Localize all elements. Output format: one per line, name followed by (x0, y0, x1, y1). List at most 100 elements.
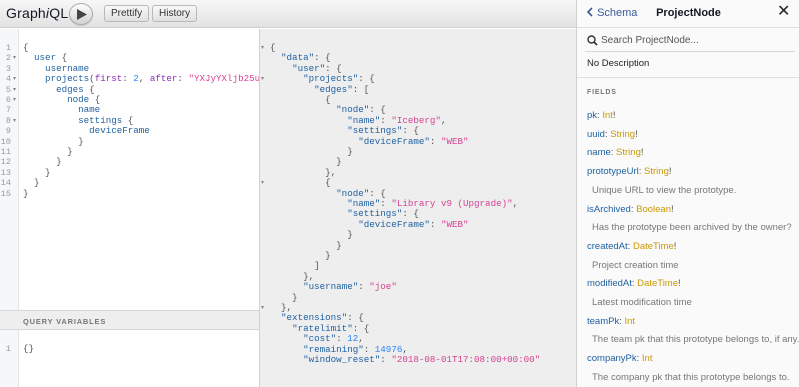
fold-arrow-icon[interactable]: ▾ (13, 74, 19, 84)
code-token: "extensions" (281, 312, 348, 324)
line-number: 6 (5, 95, 11, 105)
line-number: 1 (5, 43, 11, 53)
field-type-link[interactable]: DateTime (637, 278, 678, 289)
code-token: "name" (347, 114, 381, 126)
variables-gutter (0, 330, 19, 387)
field-type-link[interactable]: DateTime (633, 241, 674, 252)
history-button[interactable]: History (152, 5, 198, 22)
code-token: } (23, 146, 73, 157)
code-token: : (177, 73, 189, 85)
line-number: 1 (5, 344, 11, 354)
docs-header: Schema ProjectNode ✕ (577, 0, 799, 28)
execute-query-button[interactable] (69, 3, 93, 25)
fold-arrow-icon[interactable]: ▾ (13, 95, 19, 105)
code-token: "Iceberg" (391, 114, 441, 126)
non-null-marker: ! (670, 203, 674, 215)
code-token: username (23, 62, 90, 74)
field-name[interactable]: createdAt (587, 241, 628, 252)
field-teamPk[interactable]: teamPk: Int (587, 316, 635, 327)
fold-arrow-icon[interactable]: ▾ (13, 85, 19, 95)
non-null-marker: ! (612, 110, 616, 121)
field-name[interactable]: modifiedAt (587, 278, 632, 289)
line-number: 9 (5, 126, 11, 137)
code-token: "username" (303, 281, 359, 293)
non-null-marker: ! (673, 240, 677, 252)
docs-title: ProjectNode (656, 7, 721, 19)
code-token: : { (369, 104, 386, 116)
code-token: "edges" (314, 83, 353, 95)
field-companyPk[interactable]: companyPk: Int (587, 353, 652, 364)
code-token: : (122, 73, 134, 85)
field-type-link[interactable]: Boolean (636, 204, 671, 215)
field-uuid[interactable]: uuid: String! (587, 129, 638, 140)
fold-arrow-icon[interactable]: ▾ (261, 178, 267, 188)
non-null-marker: ! (668, 166, 672, 178)
fold-arrow-icon[interactable]: ▾ (13, 53, 19, 63)
field-description: Project creation time (592, 259, 679, 271)
field-type-link[interactable]: String (610, 129, 635, 140)
field-description: The company pk that this prototype belon… (592, 371, 790, 383)
code-token: : (363, 343, 375, 355)
fold-arrow-icon[interactable]: ▾ (261, 74, 267, 84)
code-token: : (380, 114, 392, 126)
code-token: }, (270, 270, 315, 282)
code-token: : { (369, 187, 386, 199)
query-editor[interactable]: 1 2 3 4 5 6 7 8 9 10 11 12 13 14 15 ▾ ▾ ▾ ▾ ▾{ user { usern… (0, 29, 293, 310)
field-name[interactable]: teamPk (587, 316, 619, 327)
code-token: : (380, 354, 392, 365)
code-token: "remaining" (303, 343, 364, 355)
query-variables-header[interactable]: QUERY VARIABLES (0, 310, 259, 330)
line-number: 5 (5, 84, 11, 95)
field-type-link[interactable]: Int (602, 110, 613, 121)
close-icon[interactable]: ✕ (777, 4, 790, 20)
field-createdAt[interactable]: createdAt: DateTime! (587, 241, 676, 252)
code-token: "deviceFrame" (358, 135, 430, 147)
code-token: } (23, 187, 29, 199)
field-name[interactable]: name (587, 147, 611, 158)
code-line: "window_reset": "2018-08-01T17:08:00+00:… (270, 354, 540, 365)
field-type-link[interactable]: Int (642, 353, 653, 364)
field-name[interactable]: uuid (587, 129, 605, 140)
code-token: : [ (352, 83, 370, 95)
field-isArchived[interactable]: isArchived: Boolean! (587, 204, 674, 215)
code-token: "settings" (347, 125, 403, 137)
code-token: : { (325, 62, 342, 74)
line-number: 3 (5, 63, 11, 74)
code-token: { (270, 177, 331, 189)
fold-arrow-icon[interactable]: ▾ (261, 303, 267, 313)
code-token: : (336, 333, 348, 345)
fold-arrow-icon[interactable]: ▾ (261, 43, 267, 53)
code-token: { (94, 94, 101, 105)
field-name[interactable]: pk (587, 110, 597, 121)
code-token: ] (270, 260, 320, 272)
field-type-link[interactable]: String (616, 147, 641, 158)
fold-arrow-icon[interactable]: ▾ (13, 116, 19, 126)
code-token: } (270, 229, 353, 241)
code-token: "data" (281, 52, 315, 64)
field-name[interactable]: prototypeUrl (587, 166, 639, 177)
docs-search-input[interactable]: Search ProjectNode... (585, 32, 795, 52)
code-token: 14976 (374, 343, 403, 355)
documentation-explorer: Schema ProjectNode ✕ Search ProjectNode.… (576, 0, 799, 387)
code-line: } (23, 187, 29, 199)
field-pk[interactable]: pk: Int! (587, 110, 616, 121)
field-name[interactable]: companyPk (587, 353, 637, 364)
query-variables-editor[interactable]: 1 {} (0, 330, 259, 387)
field-type-link[interactable]: Int (625, 316, 636, 327)
search-placeholder: Search ProjectNode... (601, 35, 699, 46)
field-name[interactable]: isArchived (587, 204, 631, 215)
field-prototypeUrl[interactable]: prototypeUrl: String! (587, 166, 672, 177)
field-type-link[interactable]: String (644, 166, 669, 177)
code-token: } (270, 239, 342, 251)
field-modifiedAt[interactable]: modifiedAt: DateTime! (587, 278, 681, 289)
field-name[interactable]: name: String! (587, 147, 644, 158)
code-token: : (429, 218, 441, 230)
line-number: 11 (0, 147, 11, 157)
prettify-button[interactable]: Prettify (104, 5, 150, 22)
field-description: Has the prototype been archived by the o… (592, 222, 792, 234)
